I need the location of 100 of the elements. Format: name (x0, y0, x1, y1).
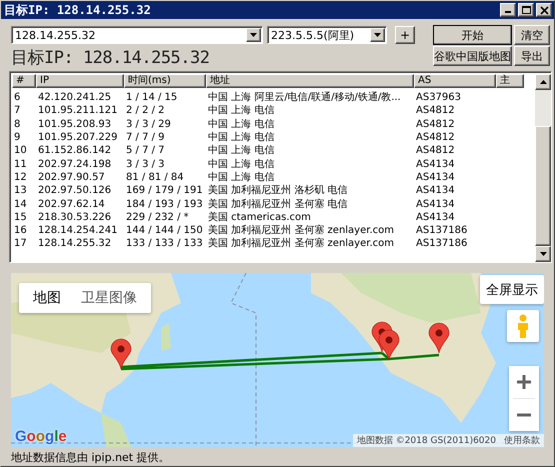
scrollbar[interactable] (535, 74, 551, 262)
table-cell-text: 184 / 193 / 193 (125, 198, 203, 210)
table-cell-text: 中国 上海 电信 (207, 158, 274, 170)
table-cell-text: AS4134 (415, 158, 455, 170)
table-cell-text: 美国 加利福尼亚州 圣何塞 zenlayer.com (207, 238, 394, 250)
table-cell-text: AS4134 (415, 198, 455, 210)
table-cell-text: 中国 上海 电信 (207, 132, 274, 144)
add-button[interactable]: + (395, 26, 415, 44)
window-title: 目标IP: 128.14.255.32 (4, 2, 152, 18)
person-icon (516, 314, 530, 338)
table-cell-text: 81 / 81 / 84 (125, 172, 184, 183)
table-cell-text: 中国 上海 电信 (207, 118, 274, 130)
table-cell-text: 42.120.241.25 (37, 92, 112, 104)
maximize-icon (522, 6, 530, 14)
scrollbar-thumb[interactable] (535, 126, 551, 246)
table-cell-text: 5 / 7 / 7 (125, 145, 165, 156)
column-header[interactable]: AS (414, 74, 496, 88)
column-header[interactable]: 时间(ms) (124, 74, 206, 88)
table-cell-text: 61.152.86.142 (37, 145, 112, 156)
ip-input-field[interactable]: 128.14.255.32 (11, 26, 263, 44)
table-cell-text: 3 / 3 / 3 (125, 158, 165, 170)
table-cell-text: AS4134 (415, 212, 455, 223)
column-header[interactable]: 主 (496, 74, 524, 88)
table-cell-text: 128.14.254.241 (37, 225, 118, 236)
table-cell-text: 133 / 133 / 133 (125, 238, 203, 250)
table-cell-text: AS137186 (415, 225, 468, 236)
table-cell-text: 101.95.211.121 (37, 105, 118, 116)
table-cell-text: 229 / 232 / * (125, 212, 189, 223)
minimize-icon (505, 11, 511, 13)
table-cell-text: 101.95.207.229 (37, 132, 118, 144)
table-cell-text: AS4812 (415, 132, 455, 144)
zoom-in-button[interactable] (509, 366, 539, 398)
table-cell-text: 202.97.50.126 (37, 185, 112, 196)
table-cell-text: AS4812 (415, 145, 455, 156)
table-cell-text: AS4812 (415, 105, 455, 116)
table-cell-text: 7 (13, 105, 20, 116)
table-cell-text: 144 / 144 / 150 (125, 225, 203, 236)
table-cell-text: 14 (13, 198, 27, 210)
map-attribution: 地图数据 ©2018 GS(2011)6020 (356, 434, 496, 447)
table-cell-text: 9 (13, 132, 20, 144)
table-cell-text: 美国 加利福尼亚州 洛杉矶 电信 (207, 185, 348, 196)
map-pin-icon[interactable] (110, 338, 132, 370)
maximize-button[interactable] (518, 3, 534, 17)
table-cell-text: 15 (13, 212, 27, 223)
table-cell-text: 美国 加利福尼亚州 圣何塞 zenlayer.com (207, 225, 394, 236)
table-cell-text: 1 / 14 / 15 (125, 92, 178, 104)
logo: Google (15, 428, 67, 445)
table-cell-text: 202.97.90.57 (37, 172, 105, 183)
close-icon (540, 6, 548, 14)
scroll-down-icon[interactable] (535, 246, 551, 262)
table-cell-text: 美国 加利福尼亚州 圣何塞 电信 (207, 198, 348, 210)
table-cell-text: 中国 上海 电信 (207, 105, 274, 116)
table-cell-text: 13 (13, 185, 27, 196)
minimize-button[interactable] (500, 3, 516, 17)
toolbar-button[interactable]: 开始 (433, 25, 512, 45)
table-cell-text: 101.95.208.93 (37, 118, 112, 130)
table-cell-text: AS137186 (415, 238, 468, 250)
table-cell-text: 202.97.62.14 (37, 198, 105, 210)
map-type-tab[interactable]: 地图 (23, 289, 71, 307)
table-cell-text: 202.97.24.198 (37, 158, 112, 170)
column-header[interactable]: # (12, 74, 36, 88)
terms-link[interactable]: 使用条款 (504, 434, 540, 447)
table-cell-text: 10 (13, 145, 27, 156)
table-cell-text: 128.14.255.32 (37, 238, 112, 250)
table-cell-text: 2 / 2 / 2 (125, 105, 165, 116)
table-cell-text: 中国 上海 阿里云/电信/联通/移动/铁通/教... (207, 92, 401, 104)
table-cell-text: AS37963 (415, 92, 461, 104)
table-cell-text: 6 (13, 92, 20, 104)
minus-icon (516, 413, 532, 417)
table-cell-text: 3 / 3 / 29 (125, 118, 171, 130)
map-type-tab[interactable]: 卫星图像 (71, 289, 147, 307)
column-header[interactable]: 地址 (206, 74, 414, 88)
map-pin-icon[interactable] (378, 330, 400, 360)
toolbar-button[interactable]: 导出 (514, 46, 550, 66)
zoom-out-button[interactable] (509, 399, 539, 431)
table-cell-text: AS4134 (415, 185, 455, 196)
table-cell-text: 218.30.53.226 (37, 212, 112, 223)
table-cell-text: 中国 上海 电信 (207, 172, 274, 183)
map-pin-icon[interactable] (428, 322, 450, 354)
table-cell-text: 美国 ctamericas.com (207, 212, 311, 223)
island-drawing (101, 413, 131, 447)
table-cell-text: AS4134 (415, 172, 455, 183)
table-cell-text: 17 (13, 238, 27, 250)
data-source-note: 地址数据信息由 ipip.net 提供。 (11, 450, 171, 465)
table-cell-text: 169 / 179 / 191 (125, 185, 203, 196)
toolbar-button[interactable]: 谷歌中国版地图 (433, 46, 512, 66)
fullscreen-button[interactable]: 全屏显示 (480, 275, 544, 304)
target-ip-label: 目标IP: 128.14.255.32 (11, 47, 210, 69)
table-cell-text: AS4812 (415, 118, 455, 130)
dns-server-dropdown[interactable]: 223.5.5.5(阿里) (267, 26, 387, 44)
close-button[interactable] (536, 3, 552, 17)
table-cell-text: 11 (13, 158, 27, 170)
scroll-up-icon[interactable] (535, 74, 551, 90)
table-cell-text: 16 (13, 225, 27, 236)
column-header[interactable]: IP (36, 74, 124, 88)
table-cell-text: 12 (13, 172, 27, 183)
plus-icon (516, 374, 532, 390)
table-cell-text: 7 / 7 / 9 (125, 132, 165, 144)
table-cell-text: 中国 上海 电信 (207, 145, 274, 156)
toolbar-button[interactable]: 清空 (514, 25, 550, 45)
